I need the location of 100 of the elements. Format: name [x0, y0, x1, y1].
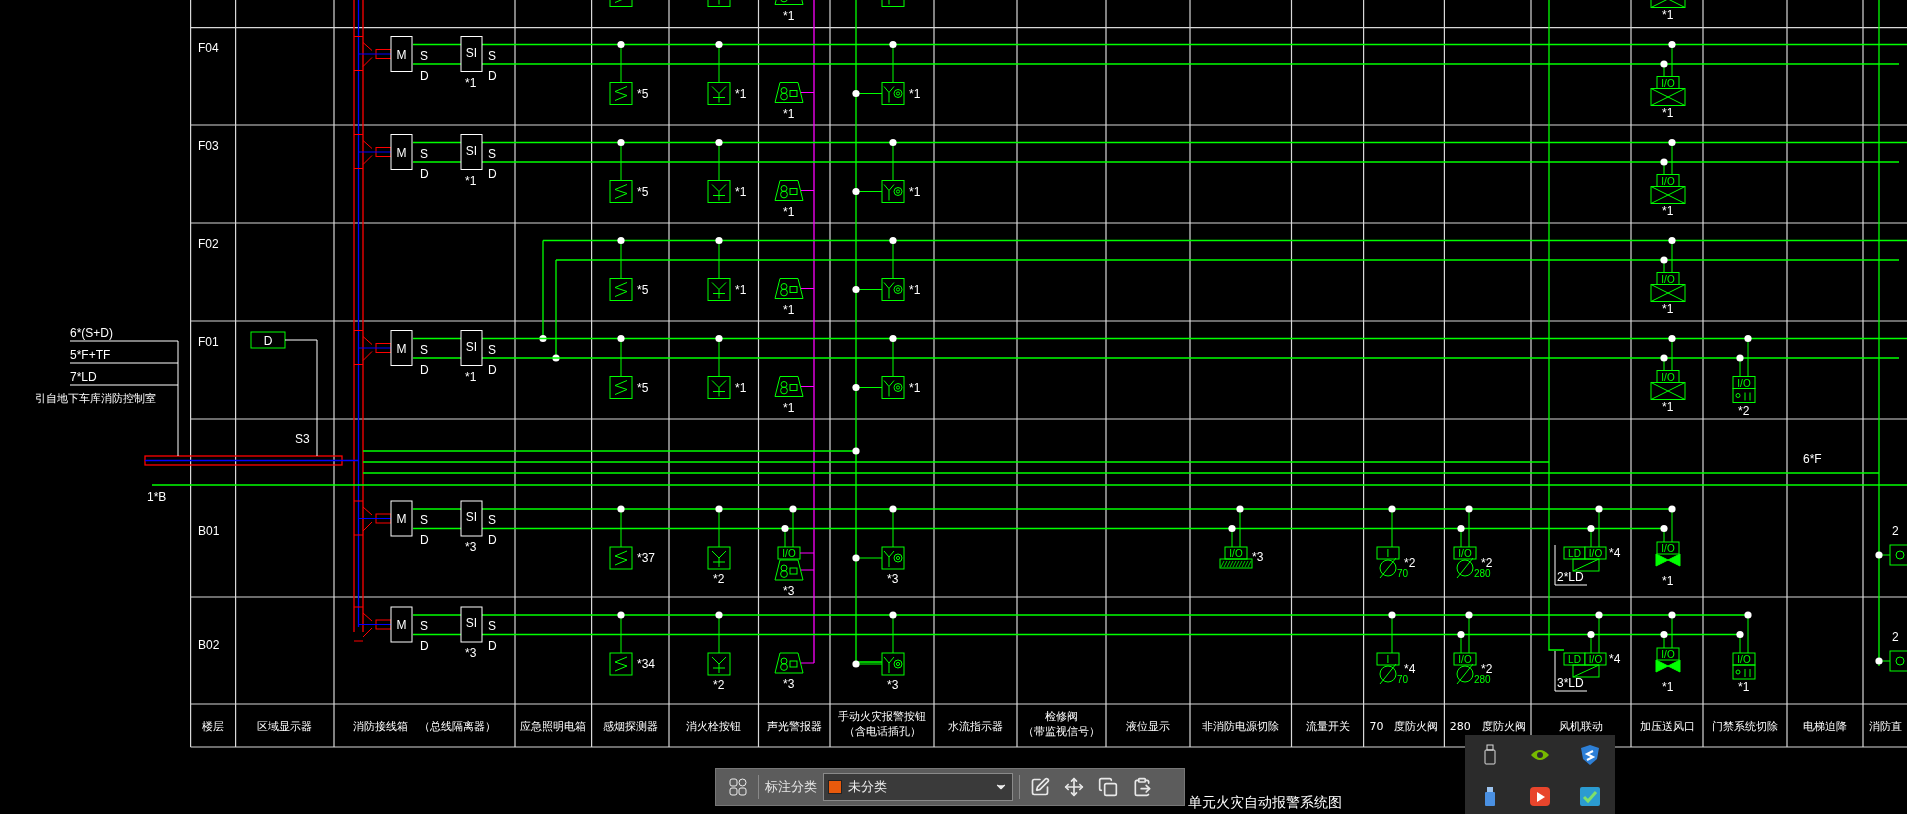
- device-count: *34: [637, 657, 656, 671]
- column-header: 加压送风口: [1639, 720, 1695, 733]
- device-count: *4: [1609, 546, 1621, 560]
- column-header: 风机联动: [1559, 720, 1603, 733]
- signal-label: S: [488, 48, 496, 63]
- signal-label: D: [488, 639, 497, 653]
- device-count: *3: [1252, 550, 1264, 564]
- smoke-detector-icon: [609, 236, 633, 301]
- column-header: 水流指示器: [948, 720, 1003, 733]
- device-count: *37: [637, 551, 656, 565]
- column-header: 手动火灾报警按钮 （含电话插孔）: [838, 710, 926, 738]
- smoke-detector-icon: [609, 334, 633, 399]
- signal-label: D: [420, 533, 429, 547]
- module-box: M: [390, 36, 413, 72]
- drawing-title: 单元火灾自动报警系统图: [1188, 794, 1342, 812]
- hydrant-button-icon: [707, 505, 731, 570]
- signal-label: D: [488, 166, 497, 181]
- cable-label: 7*LD: [70, 370, 97, 384]
- manual-alarm-button-icon: [852, 334, 905, 399]
- column-header: 消防接线箱 （总线隔离器）: [353, 720, 496, 733]
- leader-line: [1554, 650, 1588, 692]
- hydrant-button-icon: [707, 0, 731, 7]
- module-box: M: [390, 330, 413, 366]
- signal-label: D: [420, 639, 429, 653]
- column-header: 280 度防火阀: [1449, 720, 1526, 733]
- sound-light-alarm-icon: [774, 278, 815, 299]
- signal-label: S: [420, 342, 428, 357]
- floor-label: F04: [198, 41, 219, 55]
- isolator-count: *1: [465, 173, 477, 188]
- column-header: 应急照明电箱: [520, 720, 587, 733]
- device-count: *1: [783, 302, 795, 317]
- color-swatch: [828, 780, 842, 794]
- column-header: 非消防电源切除: [1202, 720, 1280, 733]
- signal-label: S: [488, 513, 496, 527]
- signal-label: S: [420, 513, 428, 527]
- hydrant-button-icon: [707, 611, 731, 676]
- device-count: *2: [1481, 662, 1493, 676]
- floor-label: F01: [198, 335, 219, 349]
- smoke-detector-icon: [609, 40, 633, 105]
- sound-light-alarm-icon: [774, 652, 815, 674]
- signal-label: D: [420, 68, 429, 83]
- sound-light-alarm-icon: [774, 180, 815, 201]
- module-box: M: [390, 134, 413, 170]
- floor-label: F02: [198, 237, 219, 251]
- isolator-count: *1: [465, 369, 477, 384]
- manual-alarm-button-icon: [852, 505, 905, 570]
- signal-label: D: [488, 362, 497, 377]
- isolator-box: SI: [460, 330, 483, 366]
- device-count: *1: [1662, 105, 1674, 120]
- device-count: *3: [887, 678, 899, 692]
- source-note: 引自地下车库消防控制室: [35, 392, 156, 405]
- device-count: *1: [1662, 680, 1674, 694]
- manual-alarm-button-icon: [852, 138, 905, 203]
- device-count: *4: [1404, 662, 1416, 676]
- device-count: *1: [783, 8, 795, 23]
- junction-connector-icon: [353, 606, 392, 642]
- area-display-symbol: D: [250, 331, 286, 349]
- junction-connector-icon: [353, 500, 392, 536]
- module-icon: [1875, 544, 1907, 566]
- smoke-vent-icon: [1650, 0, 1686, 8]
- device-count: *1: [735, 380, 747, 395]
- isolator-box: SI: [460, 606, 483, 643]
- column-header: 门禁系统切除: [1712, 720, 1778, 733]
- device-count: *1: [909, 282, 921, 297]
- floor-label: B02: [198, 638, 220, 652]
- signal-label: S: [420, 48, 428, 63]
- module-icon: [1875, 650, 1907, 672]
- device-count: *1: [783, 400, 795, 415]
- device-count: *2: [1404, 556, 1416, 570]
- device-count: *2: [1738, 403, 1750, 418]
- device-count: *1: [1662, 203, 1674, 218]
- signal-label: D: [488, 533, 497, 547]
- column-header: 检修阀 （带监视信号）: [1023, 710, 1100, 738]
- isolator-count: *1: [465, 75, 477, 90]
- device-count: *1: [1662, 574, 1674, 588]
- device-count: *1: [909, 86, 921, 101]
- category-dropdown[interactable]: 未分类: [823, 773, 1013, 801]
- isolator-count: *3: [465, 646, 477, 660]
- device-count: 2: [1892, 524, 1899, 538]
- module-box: M: [390, 606, 413, 643]
- manual-alarm-button-icon: [852, 236, 905, 301]
- device-count: *4: [1609, 652, 1621, 666]
- bus-label: 6*F: [1803, 452, 1822, 466]
- cable-label: 5*F+TF: [70, 348, 111, 362]
- device-count: *1: [783, 204, 795, 219]
- hydrant-button-icon: [707, 40, 731, 105]
- floor-label: B01: [198, 524, 220, 538]
- signal-label: S: [420, 619, 428, 633]
- hydrant-button-icon: [707, 138, 731, 203]
- device-count: *2: [713, 572, 725, 586]
- fan-group-label: 2*LD: [1557, 570, 1584, 584]
- column-header: 流量开关: [1305, 720, 1350, 733]
- junction-dot: [552, 354, 560, 362]
- column-header: 楼层: [202, 720, 225, 733]
- isolator-count: *3: [465, 540, 477, 554]
- column-header: 消火栓按钮: [686, 720, 742, 733]
- hydrant-button-icon: [707, 236, 731, 301]
- signal-label: D: [488, 68, 497, 83]
- device-count: *1: [783, 106, 795, 121]
- device-count: *1: [1662, 301, 1674, 316]
